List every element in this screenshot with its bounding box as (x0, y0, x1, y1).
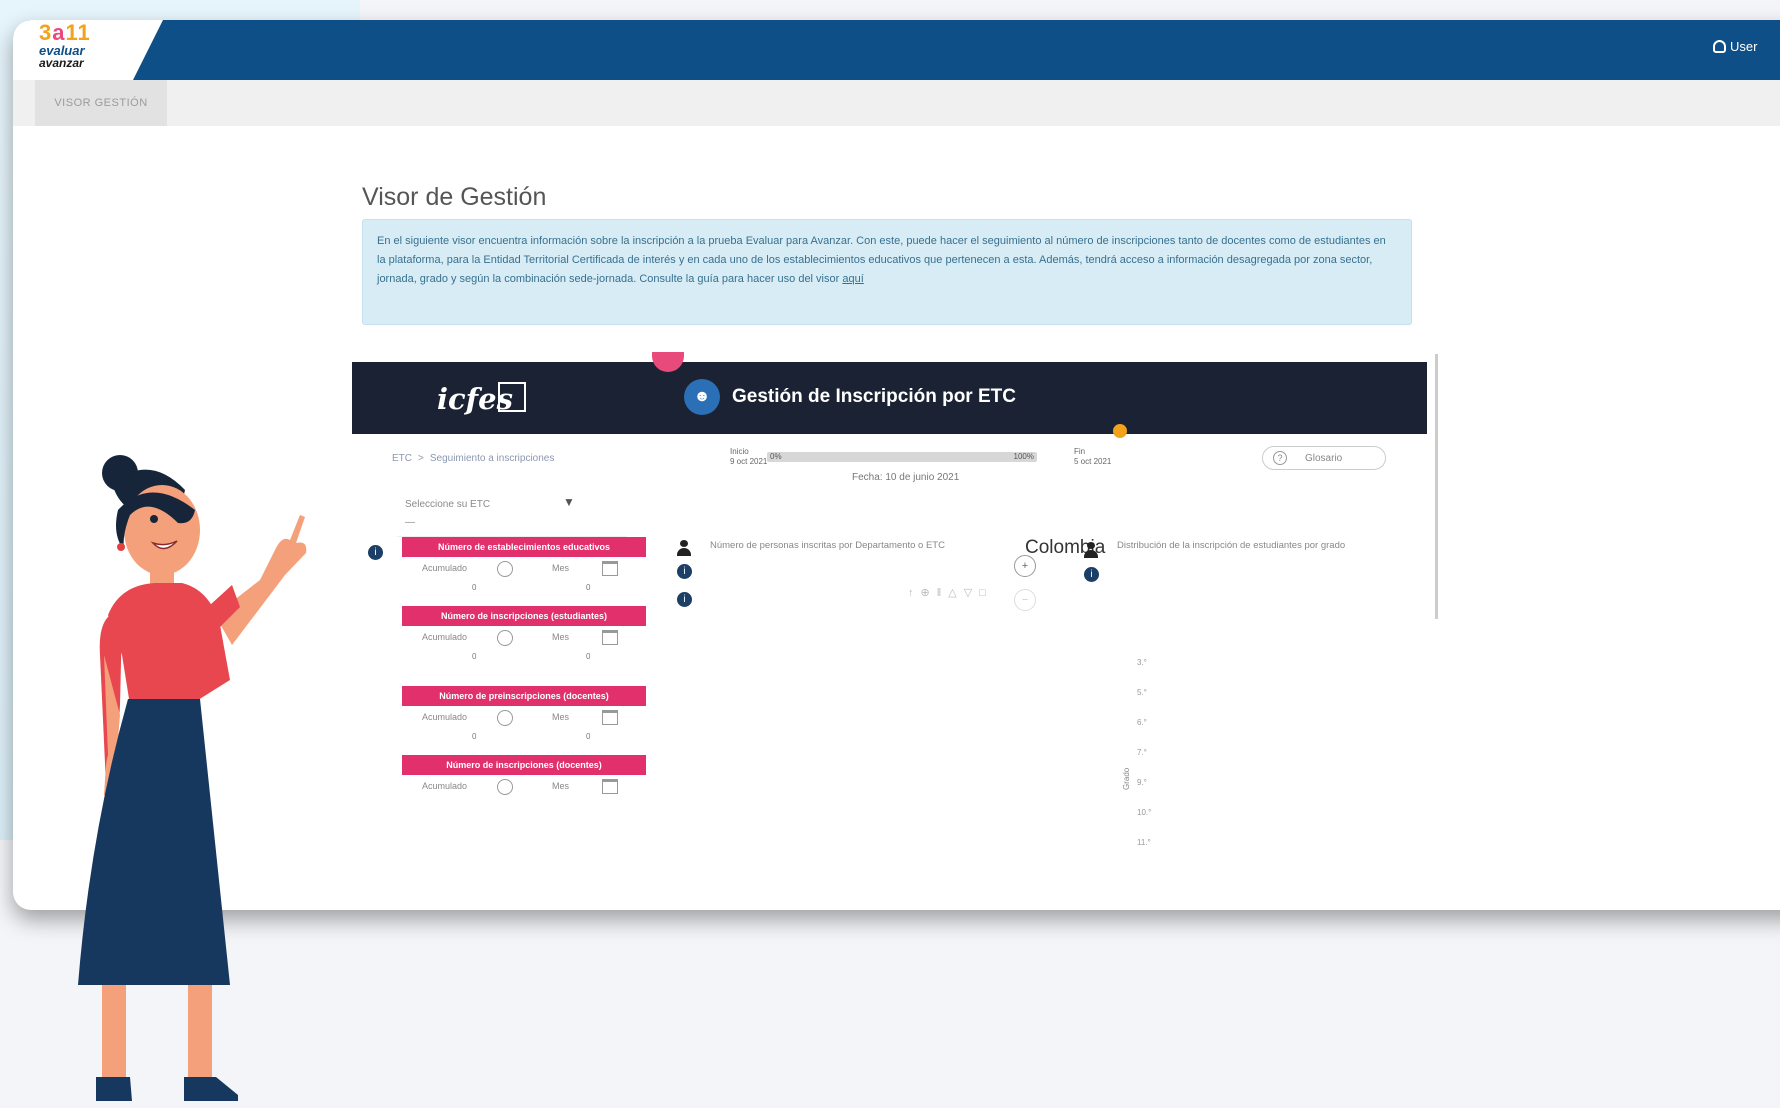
zoom-in-button[interactable]: + (1014, 555, 1036, 577)
grade-label: 5.° (1137, 688, 1147, 697)
metric-card: Número de inscripciones (estudiantes) Ac… (402, 606, 646, 666)
metric-card: Número de preinscripciones (docentes) Ac… (402, 686, 646, 746)
glossary-button[interactable]: ? Glosario (1262, 446, 1386, 470)
metric-card: Número de establecimientos educativos Ac… (402, 537, 646, 597)
tab-visor-gestion[interactable]: VISOR GESTIÓN (35, 80, 167, 126)
date-label: Fecha: 10 de junio 2021 (852, 472, 960, 483)
person-icon[interactable] (1084, 542, 1098, 558)
info-icon[interactable]: i (368, 545, 383, 560)
dashboard-header: icfes ☻ Gestión de Inscripción por ETC (352, 352, 1427, 438)
help-icon: ? (1273, 451, 1287, 465)
decorative-dot (1113, 424, 1127, 438)
info-icon[interactable]: i (1084, 567, 1099, 582)
breadcrumb-current: Seguimiento a inscripciones (429, 453, 555, 464)
grade-label: 11.° (1137, 838, 1151, 847)
dashboard-title: Gestión de Inscripción por ETC (732, 386, 1016, 407)
y-axis-label: Grado (1122, 767, 1131, 790)
calendar-icon (602, 779, 618, 794)
calendar-icon (602, 710, 618, 725)
metric-card: Número de inscripciones (docentes) Acumu… (402, 755, 646, 815)
info-icon[interactable]: i (677, 592, 692, 607)
breadcrumb-etc[interactable]: ETC (392, 453, 412, 464)
breadcrumb: ETC > Seguimiento a inscripciones (392, 453, 555, 464)
range-start: Inicio 9 oct 2021 (730, 447, 768, 466)
zoom-out-button[interactable]: − (1014, 589, 1036, 611)
range-end: Fin 5 oct 2021 (1074, 447, 1112, 466)
top-bar: 3a11 evaluar avanzar User (13, 20, 1780, 80)
chart-title-departamento: Número de personas inscritas por Departa… (710, 540, 945, 551)
page-title: Visor de Gestión (362, 183, 547, 211)
logo[interactable]: 3a11 evaluar avanzar (13, 20, 163, 80)
dropdown-arrow-icon: ▼ (563, 495, 575, 509)
decorative-dot (652, 352, 684, 372)
progress-fill (767, 452, 1037, 462)
clock-icon (497, 710, 513, 726)
info-text: En el siguiente visor encuentra informac… (377, 235, 1386, 285)
user-group-icon: ☻ (684, 379, 720, 415)
grade-label: 7.° (1137, 748, 1147, 757)
user-icon (1713, 40, 1726, 53)
info-box: En el siguiente visor encuentra informac… (362, 219, 1412, 325)
grade-label: 3.° (1137, 658, 1147, 667)
clock-icon (497, 630, 513, 646)
date-progress-bar: 0% 100% (767, 452, 1037, 462)
presenter-illustration (78, 455, 307, 1101)
logo-mark: 3a11 evaluar avanzar (39, 20, 91, 70)
etc-select[interactable]: Seleccione su ETC — ▼ (397, 495, 627, 537)
calendar-icon (602, 561, 618, 576)
guide-link[interactable]: aquí (842, 273, 863, 285)
chart-title-grado: Distribución de la inscripción de estudi… (1117, 540, 1346, 551)
chart-toolbar[interactable]: ↑⊕‖△▽□ (908, 586, 993, 599)
dashboard-embed: icfes ☻ Gestión de Inscripción por ETC E… (352, 352, 1438, 847)
grade-axis: 3.° 5.° 6.° 7.° 9.° 10.° 11.° (1137, 658, 1151, 868)
check-logo-icon (498, 382, 526, 412)
clock-icon (497, 779, 513, 795)
grade-label: 6.° (1137, 718, 1147, 727)
grade-label: 9.° (1137, 778, 1147, 787)
info-icon[interactable]: i (677, 564, 692, 579)
calendar-icon (602, 630, 618, 645)
user-menu-button[interactable]: User (1713, 39, 1757, 54)
person-icon[interactable] (677, 540, 691, 556)
user-label: User (1730, 39, 1758, 54)
grade-label: 10.° (1137, 808, 1152, 817)
clock-icon (497, 561, 513, 577)
scrollbar[interactable] (1435, 354, 1438, 619)
sub-navigation: VISOR GESTIÓN (13, 80, 1780, 126)
